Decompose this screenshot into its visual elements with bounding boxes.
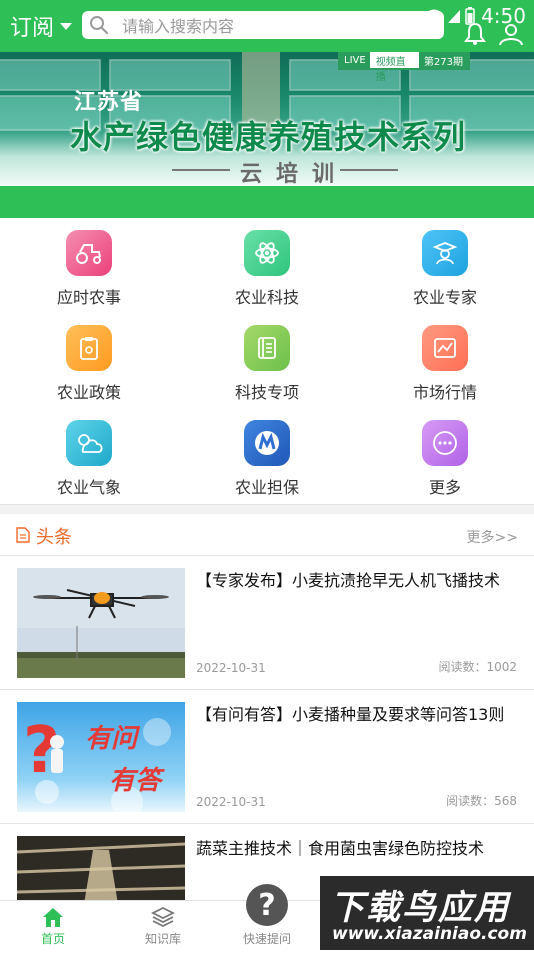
article-date: 2022-10-31	[196, 661, 266, 675]
watermark: 下载鸟应用 www.xiazainiao.com	[320, 876, 534, 950]
watermark-line2: www.xiazainiao.com	[332, 924, 527, 944]
wifi-icon	[426, 9, 443, 23]
nav-knowledge[interactable]: 知识库	[110, 901, 216, 951]
search-placeholder: 请输入搜索内容	[122, 17, 235, 36]
weather-icon	[66, 420, 112, 466]
category-agri-tech[interactable]: 农业科技	[178, 222, 356, 317]
bell-icon[interactable]	[464, 22, 486, 46]
home-icon	[43, 908, 63, 927]
headlines-title: 头条	[36, 527, 72, 548]
article-item[interactable]: ? 有问 有答 【有问有答】小麦播种量及要求等问答13则 2022-10-31 …	[0, 690, 534, 824]
category-tech-special[interactable]: 科技专项	[178, 317, 356, 412]
layers-icon	[151, 906, 175, 928]
category-weather[interactable]: 农业气象	[0, 412, 178, 507]
category-label: 市场行情	[412, 383, 477, 402]
banner-pager-strip	[0, 186, 534, 218]
category-label: 应时农事	[56, 288, 121, 307]
category-label: 农业专家	[412, 288, 477, 307]
category-label: 科技专项	[234, 383, 299, 402]
user-icon[interactable]	[498, 22, 524, 46]
article-date: 2022-10-31	[196, 795, 266, 809]
chevron-down-icon	[60, 22, 73, 30]
live-badge: LIVE 农技耘 视频直播 第273期	[338, 52, 470, 83]
category-more[interactable]: 更多	[356, 412, 534, 507]
guarantee-icon	[244, 420, 290, 466]
live-channel: 农技耘 视频直播	[375, 52, 406, 83]
promo-banner[interactable]: LIVE 农技耘 视频直播 第273期 江苏省 水产绿色健康养殖技术系列 云培训	[0, 52, 534, 186]
nav-label: 首页	[40, 932, 65, 946]
search-icon	[90, 16, 109, 35]
article-thumbnail-qa: ? 有问 有答	[17, 702, 185, 812]
article-title: 【专家发布】小麦抗渍抢早无人机飞播技术	[196, 571, 501, 590]
article-read-count: 阅读数：568	[446, 794, 517, 808]
watermark-line1: 下载鸟应用	[330, 888, 510, 928]
book-icon	[244, 325, 290, 371]
top-bar: 订阅 请输入搜索内容 4:50	[0, 0, 534, 52]
category-label: 更多	[428, 478, 461, 497]
category-label: 农业气象	[56, 478, 121, 497]
headlines-header: 头条 更多>>	[0, 514, 534, 556]
document-icon	[16, 527, 30, 543]
subscribe-dropdown[interactable]: 订阅	[10, 8, 73, 44]
nav-home[interactable]: 首页	[0, 901, 106, 951]
headlines-more-link[interactable]: 更多>>	[467, 527, 518, 547]
policy-icon	[66, 325, 112, 371]
live-tag: LIVE	[340, 52, 370, 68]
article-title: 蔬菜主推技术｜食用菌虫害绿色防控技术	[196, 839, 485, 858]
banner-subtitle: 云培训	[240, 162, 349, 186]
nav-label: 知识库	[144, 932, 181, 946]
article-thumbnail-drone	[17, 568, 185, 678]
article-read-count: 阅读数：1002	[438, 660, 517, 674]
subscribe-label: 订阅	[10, 16, 55, 41]
category-grid: 应时农事 农业科技 农业专家 农业政策 科技专项 市场行情 农业气象 农业担保 …	[0, 222, 534, 502]
more-icon	[422, 420, 468, 466]
chart-icon	[422, 325, 468, 371]
category-label: 农业担保	[234, 478, 299, 497]
article-item[interactable]: 【专家发布】小麦抗渍抢早无人机飞播技术 2022-10-31 阅读数：1002	[0, 556, 534, 690]
nav-label: 快速提问	[242, 932, 291, 946]
section-divider	[0, 504, 534, 514]
banner-line-right	[340, 169, 398, 171]
thumb-text-line2: 有答	[109, 766, 162, 796]
thumb-text-line1: 有问	[85, 724, 138, 754]
article-title: 【有问有答】小麦播种量及要求等问答13则	[196, 705, 505, 724]
category-market[interactable]: 市场行情	[356, 317, 534, 412]
banner-line-left	[172, 169, 230, 171]
category-label: 农业政策	[56, 383, 121, 402]
category-seasonal-farming[interactable]: 应时农事	[0, 222, 178, 317]
atom-icon	[244, 230, 290, 276]
search-input[interactable]: 请输入搜索内容	[82, 11, 444, 39]
banner-title: 水产绿色健康养殖技术系列	[70, 118, 467, 156]
signal-icon	[448, 10, 461, 23]
issue-number: 第273期	[418, 52, 468, 68]
category-agri-expert[interactable]: 农业专家	[356, 222, 534, 317]
category-agri-policy[interactable]: 农业政策	[0, 317, 178, 412]
category-label: 农业科技	[234, 288, 299, 307]
question-icon[interactable]: ?	[246, 884, 288, 926]
tractor-icon	[66, 230, 112, 276]
expert-icon	[422, 230, 468, 276]
category-guarantee[interactable]: 农业担保	[178, 412, 356, 507]
